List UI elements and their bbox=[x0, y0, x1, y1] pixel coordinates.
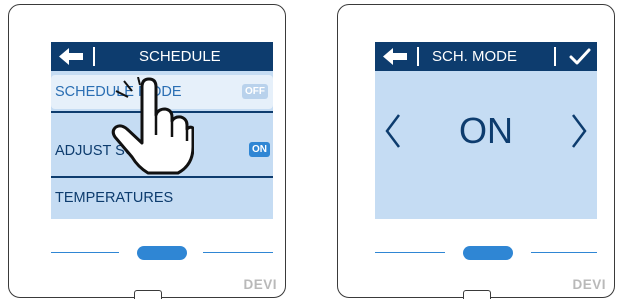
slider-thumb[interactable] bbox=[137, 246, 187, 260]
thermostat-left: SCHEDULE SCHEDULE MODE OFF ADJUST SCHEDU… bbox=[8, 4, 286, 299]
brand-logo: DEVI bbox=[243, 277, 277, 292]
header-divider bbox=[93, 47, 95, 66]
screen-title: SCHEDULE bbox=[139, 48, 221, 65]
header-divider bbox=[417, 47, 419, 66]
slider-thumb[interactable] bbox=[463, 246, 513, 260]
menu-divider bbox=[51, 176, 273, 178]
thermostat-screen-right: SCH. MODE ON bbox=[375, 42, 597, 219]
header-divider bbox=[554, 47, 556, 66]
screen-header: SCHEDULE bbox=[51, 42, 273, 71]
screen-header: SCH. MODE bbox=[375, 42, 597, 71]
panel-mount-notch bbox=[134, 290, 162, 299]
status-badge-on: ON bbox=[249, 142, 270, 157]
slider-track-left bbox=[375, 252, 445, 253]
navigation-slider[interactable] bbox=[375, 246, 597, 260]
thermostat-right: SCH. MODE ON DEVI bbox=[337, 4, 615, 299]
check-icon[interactable] bbox=[569, 48, 591, 66]
slider-track-left bbox=[51, 252, 119, 253]
panel-mount-notch bbox=[463, 290, 491, 299]
back-arrow-icon[interactable] bbox=[383, 48, 407, 65]
schedule-mode-value: ON bbox=[459, 110, 513, 151]
menu-item-temperatures[interactable]: TEMPERATURES bbox=[51, 181, 273, 215]
navigation-slider[interactable] bbox=[51, 246, 273, 260]
brand-logo: DEVI bbox=[572, 277, 606, 292]
menu-item-label: TEMPERATURES bbox=[55, 190, 174, 206]
chevron-right-icon[interactable] bbox=[571, 113, 587, 149]
back-arrow-icon[interactable] bbox=[59, 48, 83, 65]
screen-title: SCH. MODE bbox=[432, 48, 518, 65]
slider-track-right bbox=[203, 252, 273, 253]
slider-track-right bbox=[531, 252, 597, 253]
pointing-hand-icon bbox=[111, 77, 194, 175]
status-badge-off: OFF bbox=[242, 84, 268, 99]
